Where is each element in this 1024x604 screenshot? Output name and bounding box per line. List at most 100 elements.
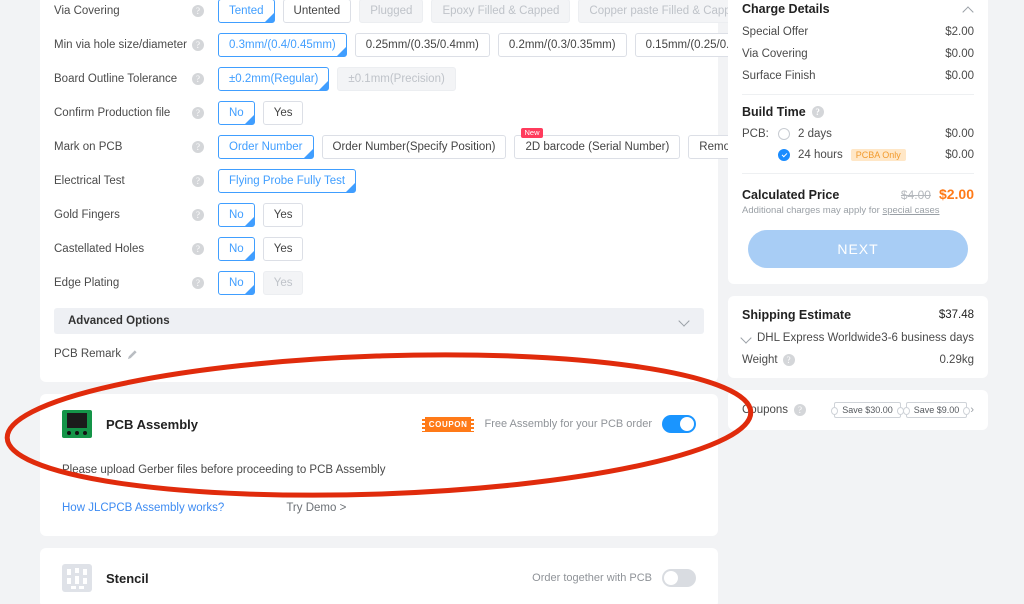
option-button[interactable]: Yes (262, 203, 304, 227)
option-label: 0.2mm/(0.3/0.35mm) (508, 39, 616, 51)
option-button[interactable]: Tented (218, 0, 275, 23)
option-button[interactable]: 0.3mm/(0.4/0.45mm) (218, 33, 347, 57)
coupons-arrow-icon[interactable]: › (970, 404, 974, 416)
spec-row-label: Min via hole size/diameter (54, 39, 187, 51)
option-button[interactable]: 0.25mm/(0.35/0.4mm) (354, 33, 490, 57)
option-button[interactable]: No (218, 101, 255, 125)
pcb-assembly-toggle[interactable] (662, 415, 696, 433)
spec-row: Min via hole size/diameter? 0.3mm/(0.4/0.… (54, 28, 770, 62)
shipping-title: Shipping Estimate (742, 308, 852, 322)
charge-details-header[interactable]: Charge Details (742, 2, 974, 16)
charge-items: Special Offer $2.00 Via Covering $0.00 Surfa… (742, 26, 974, 82)
pcb-remark-row[interactable]: PCB Remark (54, 334, 704, 366)
option-label: No (229, 243, 244, 255)
spec-options: No Yes (218, 203, 304, 227)
spec-row-label: Castellated Holes (54, 243, 145, 255)
spec-row: Castellated Holes? No Yes (54, 232, 704, 266)
option-button[interactable]: 2D barcode (Serial Number) New (514, 128, 681, 159)
spec-row-label: Confirm Production file (54, 107, 171, 119)
next-button[interactable]: NEXT (748, 230, 968, 268)
help-icon[interactable]: ? (782, 354, 795, 366)
shipping-price: $37.48 (938, 309, 974, 321)
price-note: Additional charges may apply for special… (742, 205, 974, 216)
help-icon[interactable]: ? (794, 404, 807, 416)
option-label: Copper paste Filled & Capped (589, 5, 744, 17)
option-button: ±0.1mm(Precision) (337, 67, 456, 91)
option-label: 2D barcode (Serial Number) (525, 141, 670, 153)
coupons-label-group: Coupons ? (742, 404, 807, 416)
option-label: Epoxy Filled & Capped (442, 5, 560, 17)
option-button[interactable]: No (218, 271, 255, 295)
coupon-badge: COUPON (421, 416, 475, 432)
shipping-carrier-row[interactable]: DHL Express Worldwide 3-6 business days (742, 332, 974, 344)
option-button[interactable]: 0.2mm/(0.3/0.35mm) (497, 33, 627, 57)
option-button[interactable]: Untented (282, 0, 352, 23)
stencil-toggle[interactable] (662, 569, 696, 587)
option-button[interactable]: Order Number (218, 135, 314, 159)
coupons-card: Coupons ? Save $30.00 Save $9.00 › (728, 390, 988, 430)
spec-row-label: Via Covering (54, 5, 120, 17)
help-icon[interactable]: ? (192, 277, 204, 289)
help-icon[interactable]: ? (192, 141, 204, 153)
build-time-row[interactable]: 24 hours PCBA Only $0.00 (742, 149, 974, 161)
charge-item-value: $0.00 (945, 70, 974, 82)
option-label: Flying Probe Fully Test (229, 175, 346, 187)
option-button[interactable]: ±0.2mm(Regular) (218, 67, 330, 91)
build-time-radio[interactable] (778, 149, 790, 161)
stencil-title: Stencil (106, 570, 149, 586)
spec-rows: Via Covering? Tented Untented Plugged Epoxy … (54, 0, 782, 300)
spec-options: No Yes (218, 101, 304, 125)
right-column: Charge Details Special Offer $2.00 Via Cov… (728, 0, 988, 430)
new-badge: New (521, 128, 543, 138)
spec-row-label: Edge Plating (54, 277, 120, 289)
option-button[interactable]: Order Number(Specify Position) (321, 135, 507, 159)
help-icon[interactable]: ? (192, 39, 204, 51)
stencil-icon (62, 564, 92, 592)
pencil-icon[interactable] (127, 349, 138, 360)
build-time-price: $0.00 (945, 128, 974, 140)
help-icon[interactable]: ? (192, 175, 204, 187)
how-assembly-works-link[interactable]: How JLCPCB Assembly works? (62, 502, 224, 514)
help-icon[interactable]: ? (192, 107, 204, 119)
coupon-chip[interactable]: Save $30.00 (831, 402, 904, 418)
option-label: ±0.2mm(Regular) (229, 73, 319, 85)
spec-options: No Yes (218, 271, 304, 295)
special-cases-link[interactable]: special cases (882, 205, 939, 216)
charge-item-label: Via Covering (742, 48, 808, 60)
chevron-up-icon[interactable] (964, 4, 974, 14)
spec-row: Via Covering? Tented Untented Plugged Epoxy … (54, 0, 755, 28)
option-button[interactable]: Yes (262, 101, 304, 125)
coupon-chips: Save $30.00 Save $9.00 (831, 402, 970, 418)
help-icon[interactable]: ? (192, 73, 204, 85)
build-time-row[interactable]: PCB: 2 days $0.00 (742, 128, 974, 140)
shipping-header: Shipping Estimate $37.48 (742, 308, 974, 322)
option-button[interactable]: No (218, 237, 255, 261)
help-icon[interactable]: ? (811, 106, 824, 118)
help-icon[interactable]: ? (192, 243, 204, 255)
option-button[interactable]: Flying Probe Fully Test (218, 169, 357, 193)
charge-item-label: Surface Finish (742, 70, 816, 82)
option-button[interactable]: No (218, 203, 255, 227)
weight-value: 0.29kg (939, 354, 974, 366)
advanced-options-bar[interactable]: Advanced Options (54, 308, 704, 334)
option-button: Plugged (359, 0, 424, 23)
divider (742, 173, 974, 174)
help-icon[interactable]: ? (192, 5, 204, 17)
help-icon[interactable]: ? (192, 209, 204, 221)
charge-item-value: $0.00 (945, 48, 974, 60)
weight-label: Weight (742, 354, 778, 366)
try-demo-link[interactable]: Try Demo > (286, 502, 346, 514)
option-label: Order Number (229, 141, 303, 153)
charge-item-value: $2.00 (945, 26, 974, 38)
shipping-eta: 3-6 business days (881, 332, 974, 344)
build-time-rows: PCB: 2 days $0.00 24 hours PCBA Only $0.00 (742, 128, 974, 161)
option-button[interactable]: Yes (262, 237, 304, 261)
coupons-label: Coupons (742, 404, 789, 416)
spec-row-label: Mark on PCB (54, 141, 123, 153)
shipping-carrier: DHL Express Worldwide (757, 332, 881, 344)
build-time-radio[interactable] (778, 128, 790, 140)
pcb-assembly-header: PCB Assembly COUPON Free Assembly for yo… (62, 410, 696, 438)
pcb-assembly-card: PCB Assembly COUPON Free Assembly for yo… (40, 394, 718, 536)
coupon-chip[interactable]: Save $9.00 (902, 402, 970, 418)
charge-details-title: Charge Details (742, 2, 830, 16)
